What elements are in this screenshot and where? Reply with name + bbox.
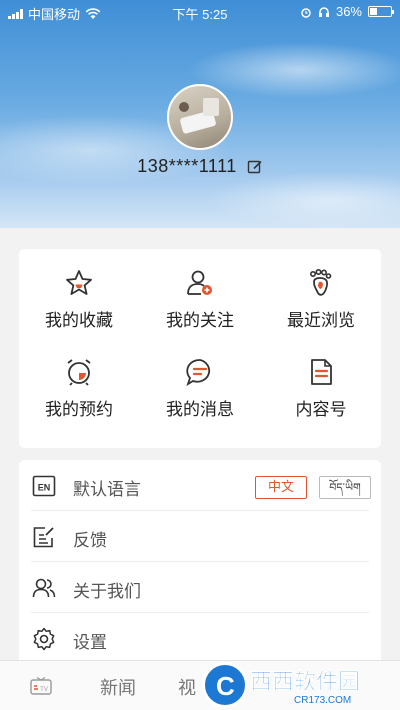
user-add-icon bbox=[187, 270, 212, 295]
battery-fill bbox=[370, 8, 378, 15]
language-option-chinese[interactable]: 中文 bbox=[255, 476, 307, 499]
alarm-clock-icon bbox=[67, 359, 91, 386]
watermark: C 西西软件园 CR173.COM bbox=[200, 660, 400, 710]
tab-news[interactable]: 新闻 bbox=[100, 674, 136, 700]
grid-item-label: 内容号 bbox=[295, 400, 347, 420]
shortcut-grid: 我的收藏 我的关注 最近浏览 我的预约 我的消息 内容号 bbox=[19, 249, 381, 448]
document-icon bbox=[311, 359, 332, 385]
list-item-label: 反馈 bbox=[73, 531, 107, 551]
list-item-language: EN 默认语言 中文 བོད་ཡིག bbox=[19, 460, 381, 511]
feedback-icon bbox=[33, 527, 54, 548]
profile-header: 中国移动 下午 5:25 36% 138****1111 bbox=[0, 0, 400, 228]
list-item-feedback[interactable]: 反馈 bbox=[19, 511, 381, 562]
grid-item-favorites[interactable]: 我的收藏 bbox=[19, 268, 139, 331]
grid-item-history[interactable]: 最近浏览 bbox=[261, 268, 381, 331]
language-option-tibetan[interactable]: བོད་ཡིག bbox=[319, 476, 371, 499]
grid-item-label: 我的收藏 bbox=[45, 311, 113, 331]
grid-item-label: 我的关注 bbox=[166, 311, 234, 331]
grid-item-following[interactable]: 我的关注 bbox=[140, 268, 260, 331]
battery-icon bbox=[368, 6, 394, 17]
list-item-about[interactable]: 关于我们 bbox=[19, 562, 381, 613]
svg-text:TV: TV bbox=[40, 687, 48, 693]
list-item-label: 设置 bbox=[73, 633, 107, 653]
grid-item-reservations[interactable]: 我的预约 bbox=[19, 357, 139, 420]
grid-item-content-account[interactable]: 内容号 bbox=[261, 357, 381, 420]
edit-icon[interactable] bbox=[247, 159, 263, 175]
language-icon: EN bbox=[32, 475, 56, 497]
footprint-icon bbox=[310, 268, 332, 296]
watermark-url: CR173.COM bbox=[294, 695, 352, 706]
tv-tab-icon[interactable]: TV bbox=[30, 677, 52, 695]
list-item-label: 关于我们 bbox=[73, 582, 141, 602]
star-icon bbox=[66, 270, 92, 295]
gear-icon bbox=[33, 627, 55, 651]
watermark-text: 西西软件园 bbox=[250, 670, 361, 696]
alarm-status-icon bbox=[301, 7, 311, 18]
user-phone: 138****1111 bbox=[137, 156, 237, 176]
users-icon bbox=[32, 578, 56, 598]
battery-percent: 36% bbox=[335, 4, 362, 19]
headphones-icon bbox=[318, 6, 329, 17]
grid-item-label: 我的消息 bbox=[166, 400, 234, 420]
svg-text:EN: EN bbox=[38, 483, 51, 493]
grid-item-label: 我的预约 bbox=[45, 400, 113, 420]
list-item-settings[interactable]: 设置 bbox=[19, 613, 381, 664]
grid-item-messages[interactable]: 我的消息 bbox=[140, 357, 260, 420]
watermark-logo: C bbox=[202, 662, 248, 708]
status-bar: 中国移动 下午 5:25 36% bbox=[0, 0, 400, 24]
avatar[interactable] bbox=[167, 84, 233, 150]
list-item-label: 默认语言 bbox=[73, 480, 141, 500]
grid-item-label: 最近浏览 bbox=[287, 311, 355, 331]
message-icon bbox=[186, 359, 211, 387]
tab-video[interactable]: 视 bbox=[178, 674, 196, 700]
